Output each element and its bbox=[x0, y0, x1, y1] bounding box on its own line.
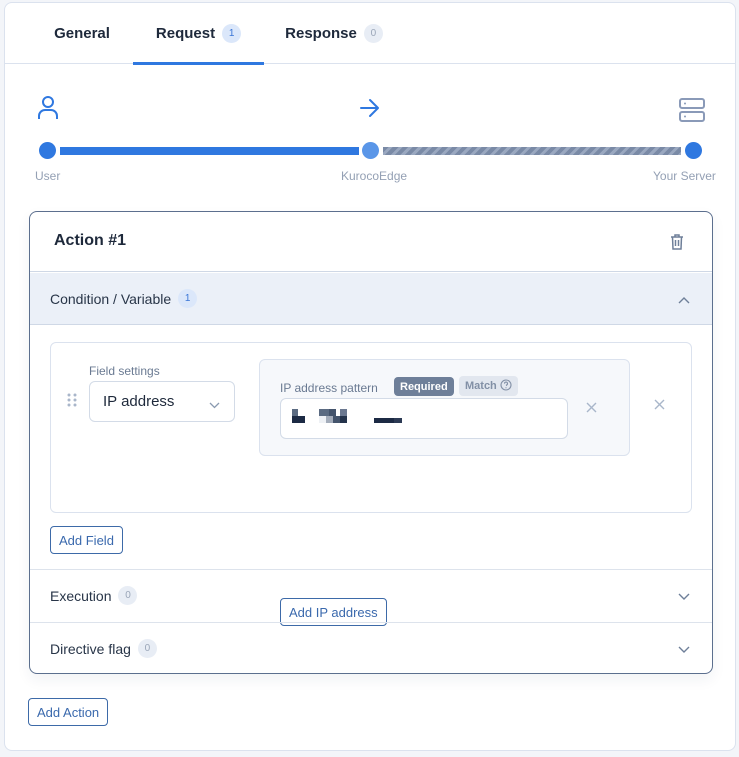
tab-label: Response bbox=[285, 25, 357, 42]
user-icon bbox=[37, 95, 59, 126]
chevron-down-icon bbox=[209, 396, 220, 413]
trash-icon[interactable] bbox=[670, 233, 684, 255]
remove-ip-icon[interactable] bbox=[586, 400, 597, 418]
chevron-down-icon[interactable] bbox=[678, 641, 690, 657]
match-badge-label: Match bbox=[465, 380, 497, 392]
match-badge[interactable]: Match bbox=[459, 376, 518, 396]
tab-count-badge: 1 bbox=[222, 24, 242, 43]
drag-handle-icon[interactable] bbox=[67, 393, 77, 412]
section-execution[interactable]: Execution 0 bbox=[30, 569, 712, 621]
tab-request[interactable]: Request 1 bbox=[133, 3, 264, 65]
action-header: Action #1 bbox=[30, 212, 712, 272]
flow-label-user: User bbox=[35, 169, 61, 183]
add-action-button[interactable]: Add Action bbox=[28, 698, 109, 726]
ip-pattern-label: IP address pattern bbox=[280, 381, 378, 395]
field-row: Field settings IP address IP address pat… bbox=[50, 342, 692, 626]
flow-node-kurocoedge bbox=[362, 142, 379, 159]
flow-line-edge-server bbox=[383, 147, 681, 155]
section-directive-flag[interactable]: Directive flag 0 bbox=[30, 622, 712, 673]
action-card: Action #1 Condition / Variable 1 Field s… bbox=[29, 211, 713, 674]
section-count-badge: 0 bbox=[137, 639, 157, 658]
section-condition-variable[interactable]: Condition / Variable 1 bbox=[30, 273, 712, 325]
section-count-badge: 1 bbox=[178, 289, 198, 308]
flow-label-kurocoedge: KurocoEdge bbox=[341, 169, 408, 183]
tab-bar: General Request 1 Response 0 bbox=[5, 3, 735, 65]
flow-label-server: Your Server bbox=[653, 169, 716, 183]
server-icon bbox=[678, 97, 706, 128]
help-circle-icon[interactable] bbox=[500, 378, 512, 394]
remove-field-icon[interactable] bbox=[654, 397, 665, 415]
flow-line-user-edge bbox=[60, 147, 359, 155]
section-label: Condition / Variable bbox=[50, 290, 172, 307]
chevron-up-icon[interactable] bbox=[678, 291, 690, 307]
chevron-down-icon[interactable] bbox=[678, 588, 690, 604]
section-label: Execution bbox=[50, 587, 112, 604]
request-flow-diagram: User KurocoEdge Your Server bbox=[5, 65, 735, 195]
field-type-select[interactable]: IP address bbox=[89, 381, 235, 422]
tab-general[interactable]: General bbox=[33, 3, 131, 64]
add-field-button[interactable]: Add Field bbox=[50, 526, 123, 554]
arrow-right-icon bbox=[359, 98, 381, 123]
tab-label: Request bbox=[155, 25, 216, 42]
action-title: Action #1 bbox=[54, 232, 127, 249]
ip-address-input[interactable] bbox=[280, 398, 568, 439]
section-label: Directive flag bbox=[50, 640, 131, 657]
tab-response[interactable]: Response 0 bbox=[273, 3, 395, 64]
tab-count-badge: 0 bbox=[363, 24, 383, 43]
required-badge: Required bbox=[394, 377, 454, 396]
tab-label: General bbox=[54, 25, 110, 42]
field-settings-label: Field settings bbox=[89, 364, 160, 378]
section-count-badge: 0 bbox=[118, 586, 138, 605]
flow-node-user bbox=[39, 142, 56, 159]
field-type-value: IP address bbox=[103, 393, 175, 410]
flow-node-server bbox=[685, 142, 702, 159]
request-settings-panel: General Request 1 Response 0 User Kuroco… bbox=[4, 2, 736, 751]
ip-pattern-group: IP address pattern Required Match bbox=[259, 359, 630, 456]
